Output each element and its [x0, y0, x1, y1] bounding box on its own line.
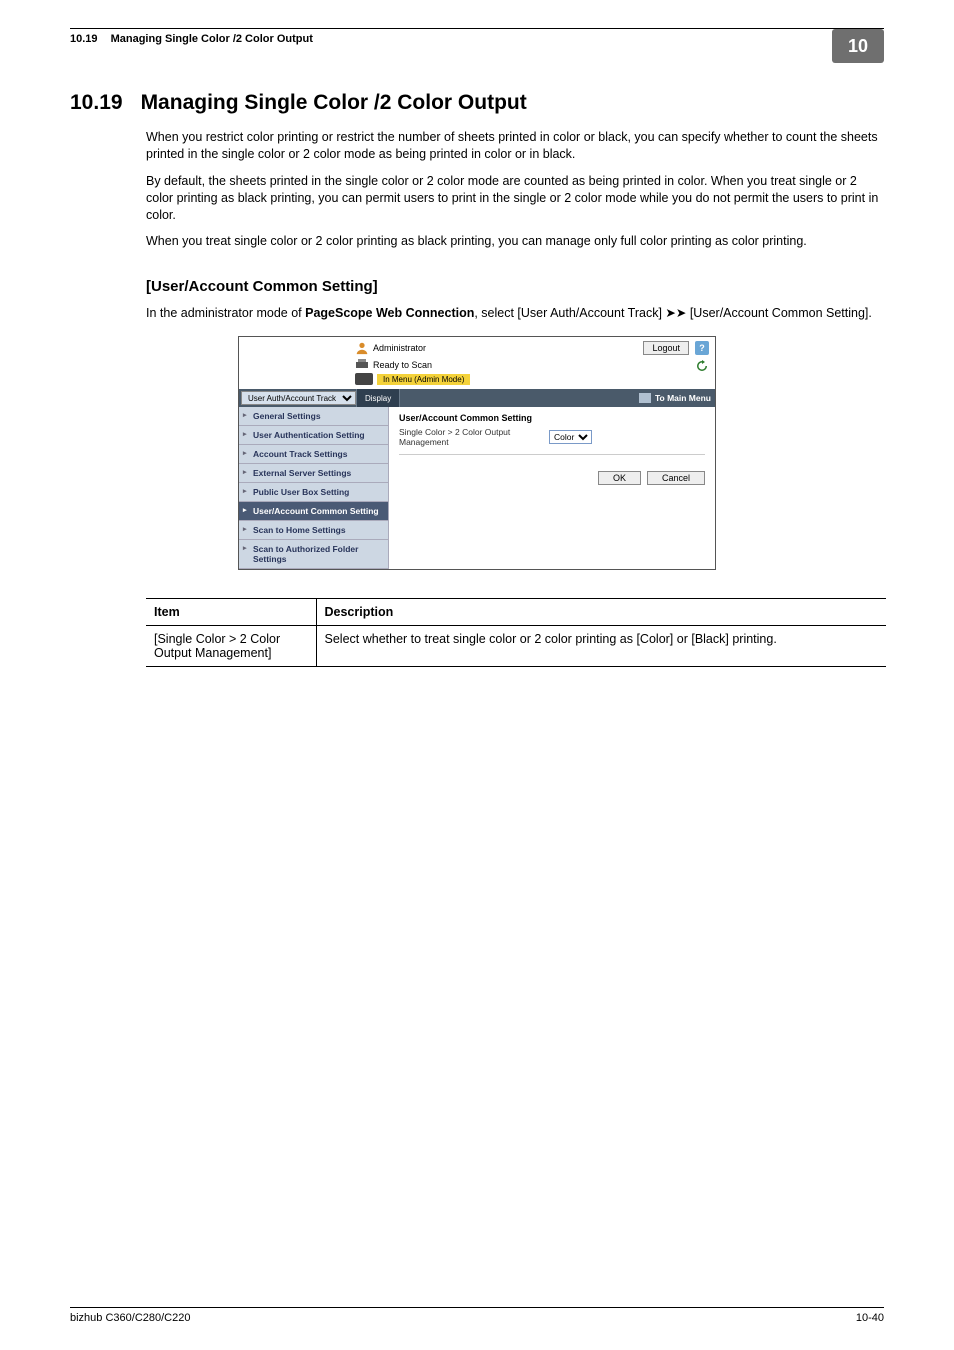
sidebar-item-user-account-common-setting[interactable]: User/Account Common Setting	[239, 502, 388, 521]
administrator-icon	[355, 341, 369, 355]
ready-status-text: Ready to Scan	[373, 360, 432, 370]
table-row: [Single Color > 2 Color Output Managemen…	[146, 626, 886, 667]
sidebar-item-scan-to-home-settings[interactable]: Scan to Home Settings	[239, 521, 388, 540]
printer-icon	[355, 359, 369, 371]
footer-model: bizhub C360/C280/C220	[70, 1312, 190, 1324]
header-section-num: 10.19	[70, 33, 98, 45]
settings-sidebar: General Settings User Authentication Set…	[239, 407, 389, 569]
table-header-description: Description	[316, 599, 886, 626]
category-select[interactable]: User Auth/Account Track	[241, 391, 356, 405]
header-section-title: Managing Single Color /2 Color Output	[111, 33, 313, 45]
instruction-paragraph: In the administrator mode of PageScope W…	[146, 305, 884, 322]
instruction-suffix: , select [User Auth/Account Track] ➤➤ [U…	[474, 306, 872, 320]
instruction-bold: PageScope Web Connection	[305, 306, 474, 320]
sidebar-item-general-settings[interactable]: General Settings	[239, 407, 388, 426]
tab-display[interactable]: Display	[356, 389, 400, 407]
sidebar-item-external-server-settings[interactable]: External Server Settings	[239, 464, 388, 483]
body-paragraph: When you treat single color or 2 color p…	[146, 233, 884, 250]
body-paragraph: By default, the sheets printed in the si…	[146, 173, 884, 224]
footer-page-number: 10-40	[856, 1312, 884, 1324]
body-paragraph: When you restrict color printing or rest…	[146, 129, 884, 163]
h1-number: 10.19	[70, 91, 123, 115]
description-table: Item Description [Single Color > 2 Color…	[146, 598, 886, 667]
refresh-icon[interactable]	[695, 359, 709, 373]
lcd-icon	[355, 373, 373, 385]
sidebar-item-scan-to-authorized-folder-settings[interactable]: Scan to Authorized Folder Settings	[239, 540, 388, 569]
setting-row-label: Single Color > 2 Color Output Management	[399, 427, 549, 447]
main-menu-icon	[639, 393, 651, 403]
sidebar-item-user-auth-setting[interactable]: User Authentication Setting	[239, 426, 388, 445]
color-output-select[interactable]: Color	[549, 430, 592, 444]
screenshot-panel: Administrator Logout ? Ready to Scan In …	[238, 336, 716, 570]
ok-button[interactable]: OK	[598, 471, 641, 485]
administrator-label: Administrator	[373, 343, 426, 353]
h1-title: Managing Single Color /2 Color Output	[141, 91, 527, 115]
to-main-menu-label: To Main Menu	[655, 393, 711, 403]
cancel-button[interactable]: Cancel	[647, 471, 705, 485]
table-cell-item: [Single Color > 2 Color Output Managemen…	[146, 626, 316, 667]
chapter-badge: 10	[832, 29, 884, 63]
instruction-prefix: In the administrator mode of	[146, 306, 305, 320]
sidebar-item-account-track-settings[interactable]: Account Track Settings	[239, 445, 388, 464]
table-header-item: Item	[146, 599, 316, 626]
to-main-menu-link[interactable]: To Main Menu	[639, 393, 715, 403]
help-icon[interactable]: ?	[695, 341, 709, 355]
subsection-heading: [User/Account Common Setting]	[146, 278, 884, 295]
table-cell-description: Select whether to treat single color or …	[316, 626, 886, 667]
mode-indicator: In Menu (Admin Mode)	[377, 374, 470, 385]
sidebar-item-public-user-box-setting[interactable]: Public User Box Setting	[239, 483, 388, 502]
logout-button[interactable]: Logout	[643, 341, 689, 355]
content-pane-title: User/Account Common Setting	[399, 413, 705, 423]
